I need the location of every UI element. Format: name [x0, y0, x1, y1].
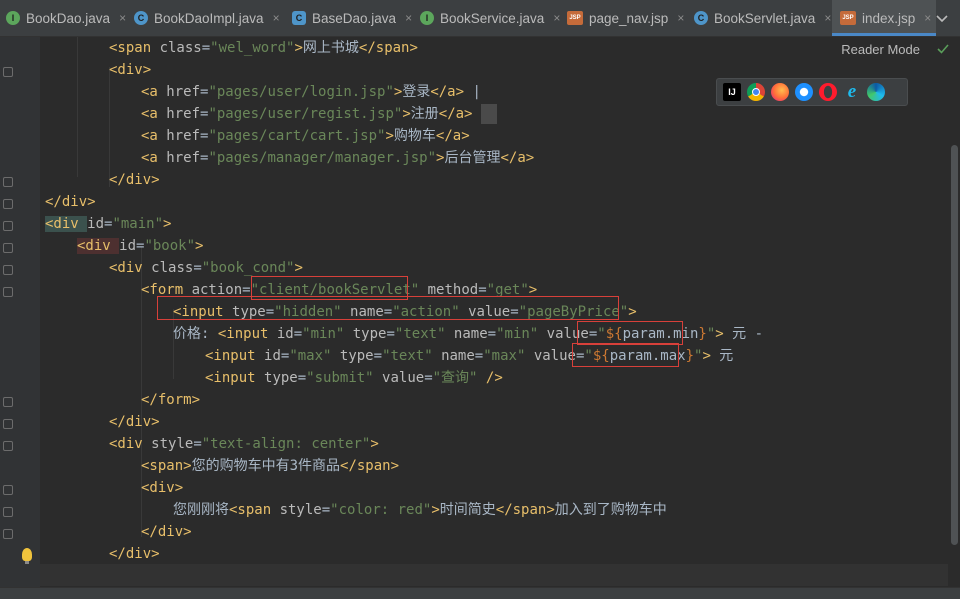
editor-tab-bar: I BookDao.java × C BookDaoImpl.java × C … — [0, 0, 960, 37]
fold-marker-icon[interactable] — [3, 507, 13, 517]
class-icon: C — [694, 11, 708, 25]
safari-icon[interactable] — [795, 83, 813, 101]
abstract-class-icon: C — [292, 11, 306, 25]
browser-preview-toolbar: IJ e — [716, 78, 908, 106]
fold-marker-icon[interactable] — [3, 441, 13, 451]
lightbulb-icon[interactable] — [22, 548, 32, 564]
tab-index-jsp[interactable]: JSP index.jsp × — [832, 0, 936, 36]
code-line: 您刚刚将<span style="color: red">时间简史</span>… — [173, 502, 667, 518]
tab-bookservice[interactable]: I BookService.java × — [420, 0, 560, 36]
fold-marker-icon[interactable] — [3, 243, 13, 253]
jsp-icon: JSP — [567, 11, 583, 25]
vertical-scrollbar[interactable] — [951, 145, 958, 545]
code-line: <span>您的购物车中有3件商品</span> — [141, 458, 400, 474]
jsp-icon: JSP — [840, 11, 856, 25]
text-cursor — [480, 104, 497, 124]
fold-marker-icon[interactable] — [3, 287, 13, 297]
close-icon[interactable]: × — [824, 11, 831, 25]
code-line: <div id="book"> — [77, 238, 204, 254]
fold-marker-icon[interactable] — [3, 67, 13, 77]
close-icon[interactable]: × — [273, 11, 280, 25]
firefox-icon[interactable] — [771, 83, 789, 101]
fold-marker-icon[interactable] — [3, 485, 13, 495]
editor-gutter — [0, 37, 40, 587]
tab-page-nav[interactable]: JSP page_nav.jsp × — [567, 0, 687, 36]
chevron-down-icon[interactable] — [933, 9, 951, 27]
reader-mode-button[interactable]: Reader Mode — [841, 42, 920, 57]
code-line: <div> — [141, 480, 184, 496]
fold-marker-icon[interactable] — [3, 199, 13, 209]
annotation-box-param-max — [572, 343, 679, 367]
fold-marker-icon[interactable] — [3, 265, 13, 275]
tab-bookdaoimpl[interactable]: C BookDaoImpl.java × — [134, 0, 284, 36]
fold-marker-icon[interactable] — [3, 529, 13, 539]
intellij-browser-icon[interactable]: IJ — [723, 83, 741, 101]
fold-marker-icon[interactable] — [3, 419, 13, 429]
code-line: <div> — [109, 62, 152, 78]
tab-label: BaseDao.java — [312, 10, 397, 26]
tab-label: BookDaoImpl.java — [154, 10, 264, 26]
code-line: <a href="pages/cart/cart.jsp">购物车</a> — [141, 128, 470, 144]
class-icon: C — [134, 11, 148, 25]
tab-label: BookDao.java — [26, 10, 111, 26]
code-line: </div> — [109, 172, 160, 188]
code-line: <input type="submit" value="查询" /> — [205, 370, 503, 386]
code-line: <a href="pages/user/regist.jsp">注册</a> — [141, 103, 497, 125]
tab-label: index.jsp — [862, 10, 916, 26]
code-line: </div> — [109, 414, 160, 430]
close-icon[interactable]: × — [405, 11, 412, 25]
tab-basedao[interactable]: C BaseDao.java × — [292, 0, 412, 36]
code-line: </div> — [141, 524, 192, 540]
annotation-box-param-min — [577, 321, 683, 345]
fold-marker-icon[interactable] — [3, 397, 13, 407]
status-bar — [0, 587, 960, 599]
tab-bookservlet[interactable]: C BookServlet.java × — [694, 0, 834, 36]
close-icon[interactable]: × — [677, 11, 684, 25]
code-line: </div> — [109, 546, 160, 562]
interface-icon: I — [6, 11, 20, 25]
tab-label: BookServlet.java — [714, 10, 816, 26]
fold-marker-icon[interactable] — [3, 177, 13, 187]
close-icon[interactable]: × — [924, 11, 931, 25]
code-line: <div id="main"> — [45, 216, 172, 232]
code-line: </div> — [45, 194, 96, 210]
internet-explorer-icon[interactable]: e — [843, 82, 861, 101]
tab-label: BookService.java — [440, 10, 545, 26]
close-icon[interactable]: × — [553, 11, 560, 25]
chrome-icon[interactable] — [747, 83, 765, 101]
code-line: <a href="pages/manager/manager.jsp">后台管理… — [141, 150, 535, 166]
interface-icon: I — [420, 11, 434, 25]
code-line: </form> — [141, 392, 201, 408]
opera-icon[interactable] — [819, 83, 837, 101]
tab-bookdao[interactable]: I BookDao.java × — [0, 0, 134, 36]
code-line: <div style="text-align: center"> — [109, 436, 379, 452]
close-icon[interactable]: × — [119, 11, 126, 25]
fold-marker-icon[interactable] — [3, 221, 13, 231]
check-icon[interactable] — [936, 42, 950, 56]
tab-label: page_nav.jsp — [589, 10, 669, 26]
code-line: <a href="pages/user/login.jsp">登录</a> | — [141, 84, 481, 100]
annotation-box-hidden-input — [157, 296, 619, 320]
edge-icon[interactable] — [867, 83, 885, 101]
code-line: <span class="wel_word">网上书城</span> — [109, 40, 418, 56]
code-editor[interactable]: <span class="wel_word">网上书城</span> <div>… — [40, 37, 948, 587]
